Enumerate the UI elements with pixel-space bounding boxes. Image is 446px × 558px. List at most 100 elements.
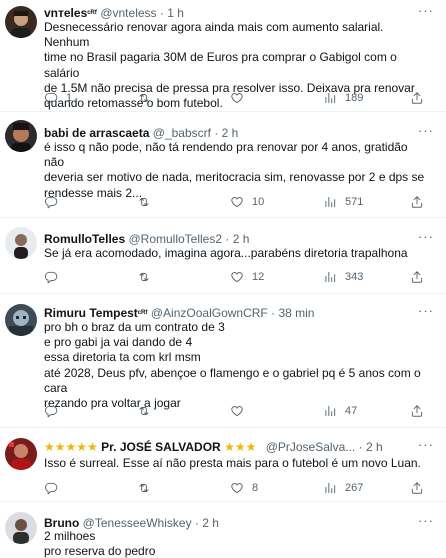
share-icon <box>410 481 424 495</box>
views-count: 47 <box>345 405 358 417</box>
avatar[interactable] <box>5 227 37 259</box>
retweet-icon <box>137 91 151 105</box>
views-button[interactable]: 267 <box>323 480 363 496</box>
separator-dot: · <box>271 306 276 320</box>
avatar[interactable] <box>5 438 37 470</box>
author-handle[interactable]: @TenesseeWhiskey <box>83 516 192 530</box>
reply-button[interactable] <box>44 269 66 285</box>
views-button[interactable]: 189 <box>323 90 363 106</box>
timestamp[interactable]: 2 h <box>202 516 219 530</box>
tweet-actions: 1 189 <box>44 90 438 106</box>
author-handle[interactable]: @vnteless <box>100 6 156 20</box>
author-name[interactable]: babi de arrascaeta <box>44 126 149 140</box>
share-icon <box>410 404 424 418</box>
share-icon <box>410 195 424 209</box>
like-button[interactable]: 12 <box>230 269 264 285</box>
tweet-text: 2 milhoes pro reserva do pedro <box>44 529 156 558</box>
avatar[interactable] <box>5 304 37 336</box>
tweet-text: pro bh o braz da um contrato de 3 e pro … <box>44 320 421 411</box>
views-icon <box>323 270 337 284</box>
share-button[interactable] <box>410 194 424 210</box>
author-name[interactable]: Pr. JOSÉ SALVADOR <box>101 440 221 454</box>
like-icon <box>230 195 244 209</box>
share-icon <box>410 91 424 105</box>
like-count: 8 <box>252 482 259 494</box>
reply-button[interactable]: 1 <box>44 90 72 106</box>
views-button[interactable]: 343 <box>323 269 363 285</box>
tweet[interactable]: ★★★★★ Pr. JOSÉ SALVADOR ★★★ @PrJoseSalva… <box>0 428 446 502</box>
separator-dot: · <box>159 6 164 20</box>
reply-icon <box>44 91 58 105</box>
tweet[interactable]: vnтelesᶜᴿᶠ @vnteless · 1 h ··· Desnecess… <box>0 0 446 112</box>
like-button[interactable]: 10 <box>230 194 264 210</box>
timestamp[interactable]: 2 h <box>222 126 239 140</box>
tweet[interactable]: babi de arrascaeta @_babscrf · 2 h ··· é… <box>0 112 446 218</box>
avatar[interactable] <box>5 120 37 152</box>
reply-button[interactable] <box>44 403 66 419</box>
team-badge: ᶜᴿᶠ <box>87 8 97 18</box>
like-button[interactable]: 8 <box>230 480 258 496</box>
like-button[interactable] <box>230 90 252 106</box>
author-handle[interactable]: @AinzOoalGownCRF <box>151 306 268 320</box>
author-handle[interactable]: @RomulloTelles2 <box>128 232 222 246</box>
views-button[interactable]: 571 <box>323 194 363 210</box>
retweet-button[interactable] <box>137 269 159 285</box>
views-count: 267 <box>345 482 364 494</box>
reply-count: 1 <box>66 92 73 104</box>
like-icon <box>230 91 244 105</box>
like-button[interactable] <box>230 403 252 419</box>
author-name[interactable]: vnтeles <box>44 6 87 20</box>
more-icon[interactable]: ··· <box>418 438 434 452</box>
share-button[interactable] <box>410 480 424 496</box>
reply-button[interactable] <box>44 480 66 496</box>
tweet[interactable]: Rimuru Tempestᶜᴿᶠ @AinzOoalGownCRF · 38 … <box>0 294 446 428</box>
author-handle[interactable]: @PrJoseSalva... <box>266 440 356 454</box>
like-icon <box>230 270 244 284</box>
retweet-button[interactable] <box>137 403 159 419</box>
tweet[interactable]: Bruno @TenesseeWhiskey · 2 h ··· 2 milho… <box>0 502 446 558</box>
tweet[interactable]: RomulloTelles @RomulloTelles2 · 2 h ··· … <box>0 218 446 294</box>
author-name[interactable]: Bruno <box>44 516 79 530</box>
author-name[interactable]: Rimuru Tempest <box>44 306 138 320</box>
retweet-icon <box>137 270 151 284</box>
author-handle[interactable]: @_babscrf <box>153 126 211 140</box>
timestamp[interactable]: 38 min <box>278 306 314 320</box>
avatar[interactable] <box>5 512 37 544</box>
reply-button[interactable] <box>44 194 66 210</box>
retweet-icon <box>137 481 151 495</box>
tweet-actions: 12 343 <box>44 269 438 285</box>
more-icon[interactable]: ··· <box>418 124 434 138</box>
author-name[interactable]: RomulloTelles <box>44 232 125 246</box>
views-button[interactable]: 47 <box>323 403 357 419</box>
separator-dot: · <box>194 516 199 530</box>
tweet-actions: 8 267 <box>44 480 438 496</box>
share-button[interactable] <box>410 269 424 285</box>
reply-icon <box>44 270 58 284</box>
timestamp[interactable]: 2 h <box>366 440 383 454</box>
tweet-actions: 47 <box>44 403 438 419</box>
more-icon[interactable]: ··· <box>418 304 434 318</box>
name-stars-left: ★★★★★ <box>44 440 98 454</box>
reply-icon <box>44 404 58 418</box>
retweet-button[interactable] <box>137 90 159 106</box>
tweet-text: Se já era acomodado, imagina agora...par… <box>44 246 408 260</box>
views-icon <box>323 195 337 209</box>
retweet-icon <box>137 195 151 209</box>
tweet-text: é isso q não pode, não tá rendendo pra r… <box>44 140 425 200</box>
more-icon[interactable]: ··· <box>418 230 434 244</box>
share-button[interactable] <box>410 403 424 419</box>
avatar[interactable] <box>5 6 37 38</box>
views-icon <box>323 91 337 105</box>
more-icon[interactable]: ··· <box>418 514 434 528</box>
retweet-button[interactable] <box>137 480 159 496</box>
share-button[interactable] <box>410 90 424 106</box>
share-icon <box>410 270 424 284</box>
views-icon <box>323 404 337 418</box>
like-count: 10 <box>252 196 265 208</box>
like-icon <box>230 404 244 418</box>
timestamp[interactable]: 1 h <box>167 6 184 20</box>
reply-icon <box>44 195 58 209</box>
retweet-button[interactable] <box>137 194 159 210</box>
more-icon[interactable]: ··· <box>418 4 434 18</box>
timestamp[interactable]: 2 h <box>233 232 250 246</box>
